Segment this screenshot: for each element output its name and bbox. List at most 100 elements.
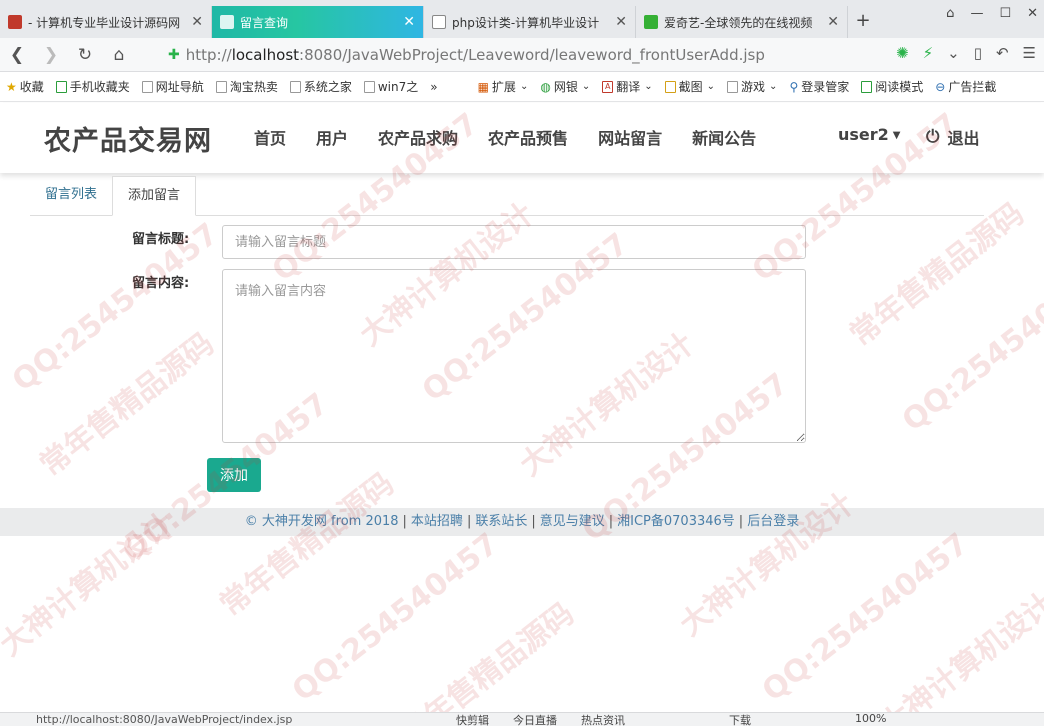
browser-tab-3[interactable]: php设计类-计算机毕业设计 ✕ [424,6,636,38]
address-bar[interactable]: ✚ http://localhost:8080/JavaWebProject/L… [168,42,938,68]
netbank-button[interactable]: ◍ 网银 ⌄ [534,78,596,95]
page-icon [215,80,227,93]
status-item[interactable]: 今日直播 [513,713,557,726]
translate-icon: A [602,80,614,93]
bank-icon: ◍ [540,79,551,94]
nav-messages[interactable]: 网站留言 [598,125,662,149]
page-icon [141,80,153,93]
nav-news[interactable]: 新闻公告 [692,125,756,149]
user-dropdown[interactable]: user2 ▼ [838,125,901,144]
menu-icon[interactable]: ☰ [1023,44,1036,62]
dropdown-chevron-icon[interactable]: ⌄ [947,44,960,62]
screenshot-button[interactable]: 截图 ⌄ [659,78,721,95]
more-bookmarks-button[interactable]: » [424,80,443,94]
contact-link[interactable]: 联系站长 [475,514,527,529]
url-prefix: http:// [185,46,232,64]
bookmarks-bar: ★ 收藏 手机收藏夹 网址导航 淘宝热卖 系统之家 win7之 » ▦ 扩展 ⌄ ◍ 网… [0,72,1044,102]
bookmark-item[interactable]: 网址导航 [136,78,210,95]
lightning-icon[interactable]: ⚡ [923,44,934,62]
content-tabs: 留言列表 添加留言 [30,176,984,216]
extensions-button[interactable]: ▦ 扩展 ⌄ [472,78,535,95]
admin-login-link[interactable]: 后台登录 [747,514,799,529]
games-button[interactable]: 游戏 ⌄ [721,78,783,95]
back-icon[interactable]: ❮ [0,45,34,65]
browser-tab-2[interactable]: 留言查询 ✕ [212,6,424,38]
close-tab-icon[interactable]: ✕ [403,14,415,30]
status-item[interactable]: 快剪辑 [456,713,489,726]
speed-icon[interactable]: ✺ [896,44,909,62]
status-item[interactable]: 热点资讯 [581,713,625,726]
logout-link[interactable]: ⏻ 退出 [926,125,979,149]
add-button[interactable]: 添加 [207,458,261,492]
title-label: 留言标题: [132,232,190,247]
book-icon [861,80,873,93]
title-input[interactable] [222,225,806,259]
iqiyi-favicon-icon [644,15,658,29]
watermark-text: 常年售精品源码 [33,326,221,484]
window-controls: ⌂ — ☐ ✕ [946,6,1038,21]
star-icon: ★ [6,79,17,94]
nav-home[interactable]: 首页 [254,125,286,149]
close-window-icon[interactable]: ✕ [1027,6,1038,21]
nav-users[interactable]: 用户 [316,125,348,149]
chevron-down-icon: ⌄ [581,81,591,92]
site-brand[interactable]: 农产品交易网 [44,119,212,158]
home-icon[interactable]: ⌂ [102,45,136,65]
undo-icon[interactable]: ↶ [996,44,1009,62]
watermark-text: 大神计算机设计 [673,486,861,644]
browser-status-bar: http://localhost:8080/JavaWebProject/ind… [0,712,1044,726]
bookmark-item[interactable]: win7之 [358,78,424,95]
watermark-text: QQ:254540457 [755,526,976,709]
forward-icon[interactable]: ❯ [34,45,68,65]
nav-presale[interactable]: 农产品预售 [488,125,568,149]
reload-icon[interactable]: ↻ [68,45,102,65]
feedback-link[interactable]: 意见与建议 [540,514,605,529]
icp-link[interactable]: 湘ICP备0703346号 [617,514,735,529]
bookmark-item[interactable]: ★ 收藏 [0,78,50,95]
copyright-link[interactable]: © 大神开发网 from 2018 [245,514,399,529]
new-tab-button[interactable]: + [848,6,878,38]
translate-button[interactable]: A 翻译 ⌄ [596,78,658,95]
content-textarea[interactable] [222,269,806,443]
browser-tab-4[interactable]: 爱奇艺-全球领先的在线视频 ✕ [636,6,848,38]
page-icon [289,80,301,93]
scissors-icon [664,80,676,93]
site-footer: © 大神开发网 from 2018 | 本站招聘 | 联系站长 | 意见与建议 | 湘ICP备0… [0,508,1044,536]
ad-block-button[interactable]: ⊖ 广告拦截 [929,78,1002,95]
url-path: :8080/JavaWebProject/Leaveword/leaveword… [299,46,765,64]
tab-title: php设计类-计算机毕业设计 [452,15,600,30]
chevron-down-icon: ⌄ [769,81,778,92]
maximize-icon[interactable]: ☐ [999,6,1011,21]
chevron-down-icon: ⌄ [519,81,529,92]
watermark-text: QQ:254540457 [895,256,1044,439]
page-icon [363,80,375,93]
security-shield-icon: ✚ [168,47,180,63]
phone-icon[interactable]: ▯ [974,44,982,62]
bookmark-item[interactable]: 系统之家 [284,78,358,95]
tab-message-list[interactable]: 留言列表 [30,177,112,215]
phone-icon [55,80,67,93]
bookmark-item[interactable]: 手机收藏夹 [50,78,136,95]
zoom-level[interactable]: 100% [855,713,886,726]
key-search-icon: ⚲ [789,79,799,94]
watermark-text: 常年售精品源码 [393,596,581,726]
reading-mode-button[interactable]: 阅读模式 [855,78,929,95]
browser-tab-1[interactable]: - 计算机专业毕业设计源码网 ✕ [0,6,212,38]
close-tab-icon[interactable]: ✕ [615,14,627,30]
tab-add-message[interactable]: 添加留言 [112,176,197,216]
status-item[interactable]: 下载 [729,713,751,726]
address-actions: ✺ ⚡ ⌄ ▯ ↶ ☰ [896,44,1036,62]
minimize-icon[interactable]: — [970,6,983,21]
gamepad-icon [727,80,739,93]
login-manager-button[interactable]: ⚲ 登录管家 [783,78,855,95]
chevron-down-icon: ⌄ [706,81,716,92]
logout-label: 退出 [947,129,980,148]
page-favicon-icon [220,15,234,29]
close-tab-icon[interactable]: ✕ [191,14,203,30]
skin-icon[interactable]: ⌂ [946,6,954,21]
bookmark-item[interactable]: 淘宝热卖 [210,78,284,95]
jobs-link[interactable]: 本站招聘 [411,514,463,529]
nav-purchase[interactable]: 农产品求购 [378,125,458,149]
close-tab-icon[interactable]: ✕ [827,14,839,30]
page-favicon-icon [432,15,446,29]
